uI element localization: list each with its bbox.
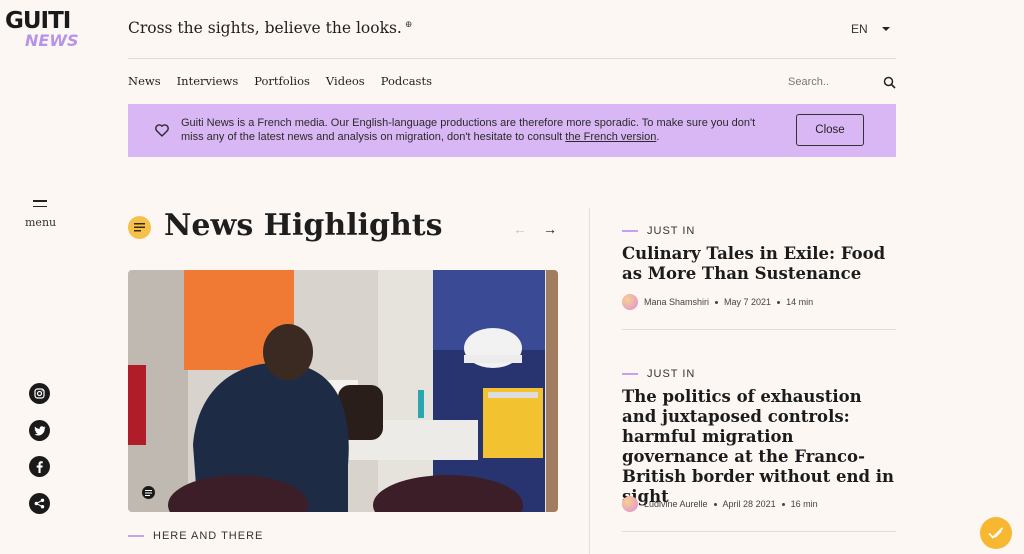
banner-suffix: . (656, 131, 660, 143)
share-icon (34, 498, 45, 509)
separator-dot (713, 502, 717, 506)
list-lines-icon (145, 489, 152, 496)
article-meta: Ludivine Aurelle April 28 2021 16 min (622, 496, 818, 512)
floating-action-button[interactable] (980, 517, 1012, 549)
column-divider (589, 208, 590, 554)
logo-wordmark-top: GUITI (5, 8, 71, 34)
avatar (622, 496, 638, 512)
hero-illustration (128, 270, 558, 512)
check-pencil-icon (988, 527, 1003, 539)
chevron-down-icon (881, 27, 890, 31)
search-input[interactable]: Search.. (788, 76, 829, 88)
nav-item-videos[interactable]: Videos (326, 74, 365, 88)
facebook-link[interactable] (29, 456, 50, 477)
separator-dot (781, 502, 785, 506)
share-link[interactable] (29, 493, 50, 514)
article-author[interactable]: Mana Shamshiri (644, 297, 709, 307)
avatar (622, 294, 638, 310)
separator-dot (777, 300, 781, 304)
nav-item-podcasts[interactable]: Podcasts (381, 74, 432, 88)
hero-image[interactable] (128, 270, 558, 512)
language-label: EN (851, 22, 868, 36)
arrow-right-icon[interactable]: → (543, 221, 557, 237)
banner-text: Guiti News is a French media. Our Englis… (181, 117, 756, 143)
article-type-icon (142, 486, 155, 499)
article-date: May 7 2021 (724, 297, 772, 307)
article-title[interactable]: Culinary Tales in Exile: Food as More Th… (622, 244, 897, 284)
site-tagline: Cross the sights, believe the looks. ⊕ (128, 19, 412, 37)
kicker-dash (622, 373, 638, 375)
instagram-icon (34, 388, 45, 399)
kicker-dash (128, 535, 144, 537)
menu-toggle[interactable]: menu (25, 200, 57, 229)
list-lines-icon (134, 223, 145, 232)
logo-wordmark-bottom: NEWS (25, 31, 79, 50)
article-kicker: JUST IN (622, 368, 695, 380)
nav-item-interviews[interactable]: Interviews (177, 74, 239, 88)
close-button[interactable]: Close (796, 114, 864, 146)
article-kicker: JUST IN (622, 225, 695, 237)
kicker-dash (622, 230, 638, 232)
article-kicker-label: JUST IN (647, 225, 696, 237)
instagram-link[interactable] (29, 383, 50, 404)
french-version-link[interactable]: the French version (565, 131, 656, 143)
article-read-time: 14 min (786, 297, 814, 307)
article-read-time: 16 min (790, 499, 818, 509)
twitter-icon (34, 425, 45, 435)
article-divider (622, 531, 896, 532)
nav-item-news[interactable]: News (128, 74, 161, 88)
hero-kicker-label: HERE AND THERE (153, 530, 264, 542)
section-title: News Highlights (164, 208, 443, 243)
globe-icon: ⊕ (404, 19, 413, 30)
twitter-link[interactable] (29, 420, 50, 441)
search-icon[interactable] (883, 76, 896, 89)
news-section-icon (128, 216, 151, 239)
article-date: April 28 2021 (722, 499, 776, 509)
arrow-left-icon[interactable]: ← (513, 221, 527, 237)
article-title[interactable]: The politics of exhaustion and juxtapose… (622, 387, 897, 507)
notice-banner: Guiti News is a French media. Our Englis… (128, 104, 896, 157)
header-divider (128, 58, 896, 59)
article-author[interactable]: Ludivine Aurelle (644, 499, 708, 509)
separator-dot (715, 300, 719, 304)
facebook-icon (36, 460, 43, 473)
main-nav: News Interviews Portfolios Videos Podcas… (128, 74, 432, 88)
search-box[interactable]: Search.. (788, 74, 896, 90)
nav-item-portfolios[interactable]: Portfolios (254, 74, 310, 88)
menu-label: menu (25, 216, 57, 229)
banner-message: Guiti News is a French media. Our Englis… (181, 116, 771, 144)
article-meta: Mana Shamshiri May 7 2021 14 min (622, 294, 813, 310)
article-kicker-label: JUST IN (647, 368, 696, 380)
tagline-text: Cross the sights, believe the looks. (128, 19, 402, 37)
hamburger-icon (33, 200, 47, 207)
article-divider (622, 329, 896, 330)
heart-icon (155, 124, 169, 137)
site-logo[interactable]: GUITI NEWS (5, 9, 85, 49)
hero-kicker: HERE AND THERE (128, 530, 263, 542)
language-selector[interactable]: EN (851, 22, 890, 36)
